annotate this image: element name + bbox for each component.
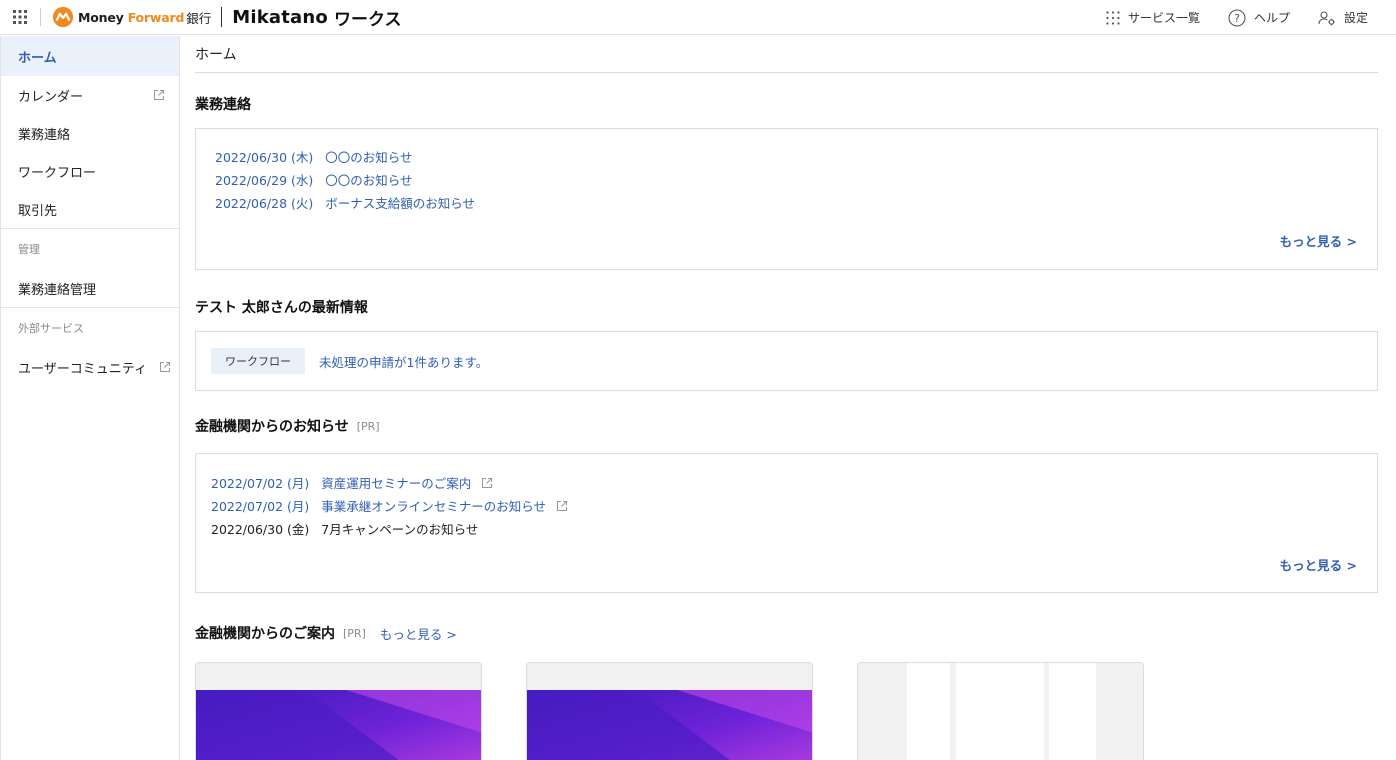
latest-heading: テスト 太郎さんの最新情報 bbox=[195, 297, 368, 317]
bank-news-card: 2022/07/02 (月) 資産運用セミナーのご案内 2022/07/02 (… bbox=[195, 453, 1378, 593]
sidebar-item-label: 業務連絡管理 bbox=[18, 282, 97, 298]
announcement-item[interactable]: 2022/06/30 (木) 〇〇のお知らせ bbox=[215, 145, 475, 168]
announcement-item[interactable]: 2022/06/28 (火) ボーナス支給額のお知らせ bbox=[215, 191, 475, 214]
bank-news-item[interactable]: 2022/07/02 (月) 資産運用セミナーのご案内 bbox=[211, 471, 568, 494]
sidebar: ホーム カレンダー 業務連絡 ワークフロー 取引先 管理 業務連絡管理 外部サー… bbox=[0, 36, 180, 760]
announcements-heading: 業務連絡 bbox=[195, 94, 251, 114]
app-header: Money Forward 銀行 Mikatano ワークス サービス一覧 ? … bbox=[0, 0, 1396, 35]
bank-guide-heading: 金融機関からのご案内 [PR] もっと見る > bbox=[195, 623, 457, 643]
promo-banner-image bbox=[196, 663, 481, 760]
bank-news-title: 金融機関からのお知らせ bbox=[195, 419, 349, 435]
promo-placeholder-image bbox=[858, 663, 1143, 760]
sidebar-item-label: カレンダー bbox=[18, 89, 84, 105]
workflow-tag: ワークフロー bbox=[211, 348, 305, 374]
header-divider bbox=[40, 8, 41, 26]
grid-icon bbox=[13, 10, 27, 24]
app-grid-button[interactable] bbox=[9, 6, 31, 28]
bank-news-item[interactable]: 2022/07/02 (月) 事業承継オンラインセミナーのお知らせ bbox=[211, 494, 568, 517]
sidebar-item-announcements[interactable]: 業務連絡 bbox=[1, 114, 179, 152]
dots-grid-icon bbox=[1106, 10, 1120, 25]
sidebar-item-workflow[interactable]: ワークフロー bbox=[1, 152, 179, 190]
brand-logo[interactable]: Money Forward 銀行 Mikatano ワークス bbox=[52, 0, 401, 35]
sidebar-item-clients[interactable]: 取引先 bbox=[1, 190, 179, 228]
main-content: ホーム 業務連絡 2022/06/30 (木) 〇〇のお知らせ 2022/06/… bbox=[195, 36, 1378, 760]
sidebar-item-label: ユーザーコミュニティ bbox=[18, 361, 147, 377]
bank-guide-title: 金融機関からのご案内 bbox=[195, 626, 335, 642]
help-label: ヘルプ bbox=[1253, 11, 1290, 25]
help-icon: ? bbox=[1228, 8, 1246, 27]
header-actions: サービス一覧 ? ヘルプ 設定 bbox=[1106, 0, 1396, 35]
pr-label: [PR] bbox=[356, 419, 380, 433]
bank-news-more-link[interactable]: もっと見る > bbox=[1280, 555, 1357, 574]
pr-label: [PR] bbox=[343, 626, 366, 640]
brand-mikatano: Mikatano bbox=[232, 6, 328, 28]
money-forward-logo-icon bbox=[52, 6, 74, 28]
promo-card[interactable] bbox=[526, 662, 813, 760]
announcements-more-link[interactable]: もっと見る > bbox=[1280, 231, 1357, 250]
announcement-text: 〇〇のお知らせ bbox=[325, 150, 413, 165]
external-link-icon bbox=[160, 362, 170, 372]
sidebar-item-label: ワークフロー bbox=[18, 165, 97, 181]
sidebar-item-calendar[interactable]: カレンダー bbox=[1, 76, 179, 114]
announcement-text: ボーナス支給額のお知らせ bbox=[325, 196, 476, 211]
bank-news-text: 事業承継オンラインセミナーのお知らせ bbox=[321, 499, 547, 514]
service-list-label: サービス一覧 bbox=[1127, 11, 1200, 25]
sidebar-group-admin: 管理 bbox=[18, 243, 40, 256]
settings-label: 設定 bbox=[1343, 11, 1368, 25]
bank-news-item[interactable]: 2022/06/30 (金) 7月キャンペーンのお知らせ bbox=[211, 517, 568, 540]
bank-news-text: 資産運用セミナーのご案内 bbox=[321, 476, 472, 491]
external-link-icon bbox=[557, 500, 568, 511]
page-title: ホーム bbox=[195, 36, 1378, 73]
announcement-date: 2022/06/29 (水) bbox=[215, 173, 314, 188]
bank-news-date: 2022/07/02 (月) bbox=[211, 476, 310, 491]
bank-guide-more-link[interactable]: もっと見る > bbox=[380, 624, 457, 643]
external-link-icon bbox=[154, 90, 164, 100]
sidebar-group-external: 外部サービス bbox=[18, 322, 84, 335]
external-link-icon bbox=[482, 477, 493, 488]
sidebar-item-label: ホーム bbox=[18, 50, 57, 66]
announcement-date: 2022/06/28 (火) bbox=[215, 196, 314, 211]
sidebar-item-user-community[interactable]: ユーザーコミュニティ bbox=[1, 348, 179, 386]
announcements-title: 業務連絡 bbox=[195, 97, 251, 113]
announcement-text: 〇〇のお知らせ bbox=[325, 173, 413, 188]
sidebar-item-home[interactable]: ホーム bbox=[1, 36, 179, 76]
logo-separator bbox=[221, 7, 223, 27]
help-button[interactable]: ? ヘルプ bbox=[1228, 8, 1290, 27]
settings-button[interactable]: 設定 bbox=[1318, 9, 1368, 26]
brand-name: Money Forward bbox=[78, 9, 185, 25]
brand-works: ワークス bbox=[333, 9, 402, 30]
promo-card[interactable] bbox=[857, 662, 1144, 760]
announcements-card: 2022/06/30 (木) 〇〇のお知らせ 2022/06/29 (水) 〇〇… bbox=[195, 128, 1378, 270]
promo-card[interactable] bbox=[195, 662, 482, 760]
sidebar-item-label: 取引先 bbox=[18, 203, 58, 219]
bank-news-text: 7月キャンペーンのお知らせ bbox=[321, 522, 479, 537]
bank-news-heading: 金融機関からのお知らせ [PR] bbox=[195, 416, 380, 436]
latest-card: ワークフロー 未処理の申請が1件あります。 bbox=[195, 331, 1378, 391]
bank-news-date: 2022/07/02 (月) bbox=[211, 499, 310, 514]
sidebar-item-announcement-admin[interactable]: 業務連絡管理 bbox=[1, 269, 179, 307]
promo-banner-image bbox=[527, 663, 812, 760]
latest-title: テスト 太郎さんの最新情報 bbox=[195, 300, 368, 316]
announcement-date: 2022/06/30 (木) bbox=[215, 150, 314, 165]
user-settings-icon bbox=[1318, 10, 1335, 25]
announcement-item[interactable]: 2022/06/29 (水) 〇〇のお知らせ bbox=[215, 168, 475, 191]
svg-text:?: ? bbox=[1234, 12, 1240, 25]
sidebar-item-label: 業務連絡 bbox=[18, 127, 71, 143]
service-list-button[interactable]: サービス一覧 bbox=[1106, 9, 1200, 26]
pending-requests-link[interactable]: 未処理の申請が1件あります。 bbox=[319, 352, 488, 371]
brand-bank: 銀行 bbox=[186, 10, 212, 26]
bank-news-date: 2022/06/30 (金) bbox=[211, 522, 310, 537]
